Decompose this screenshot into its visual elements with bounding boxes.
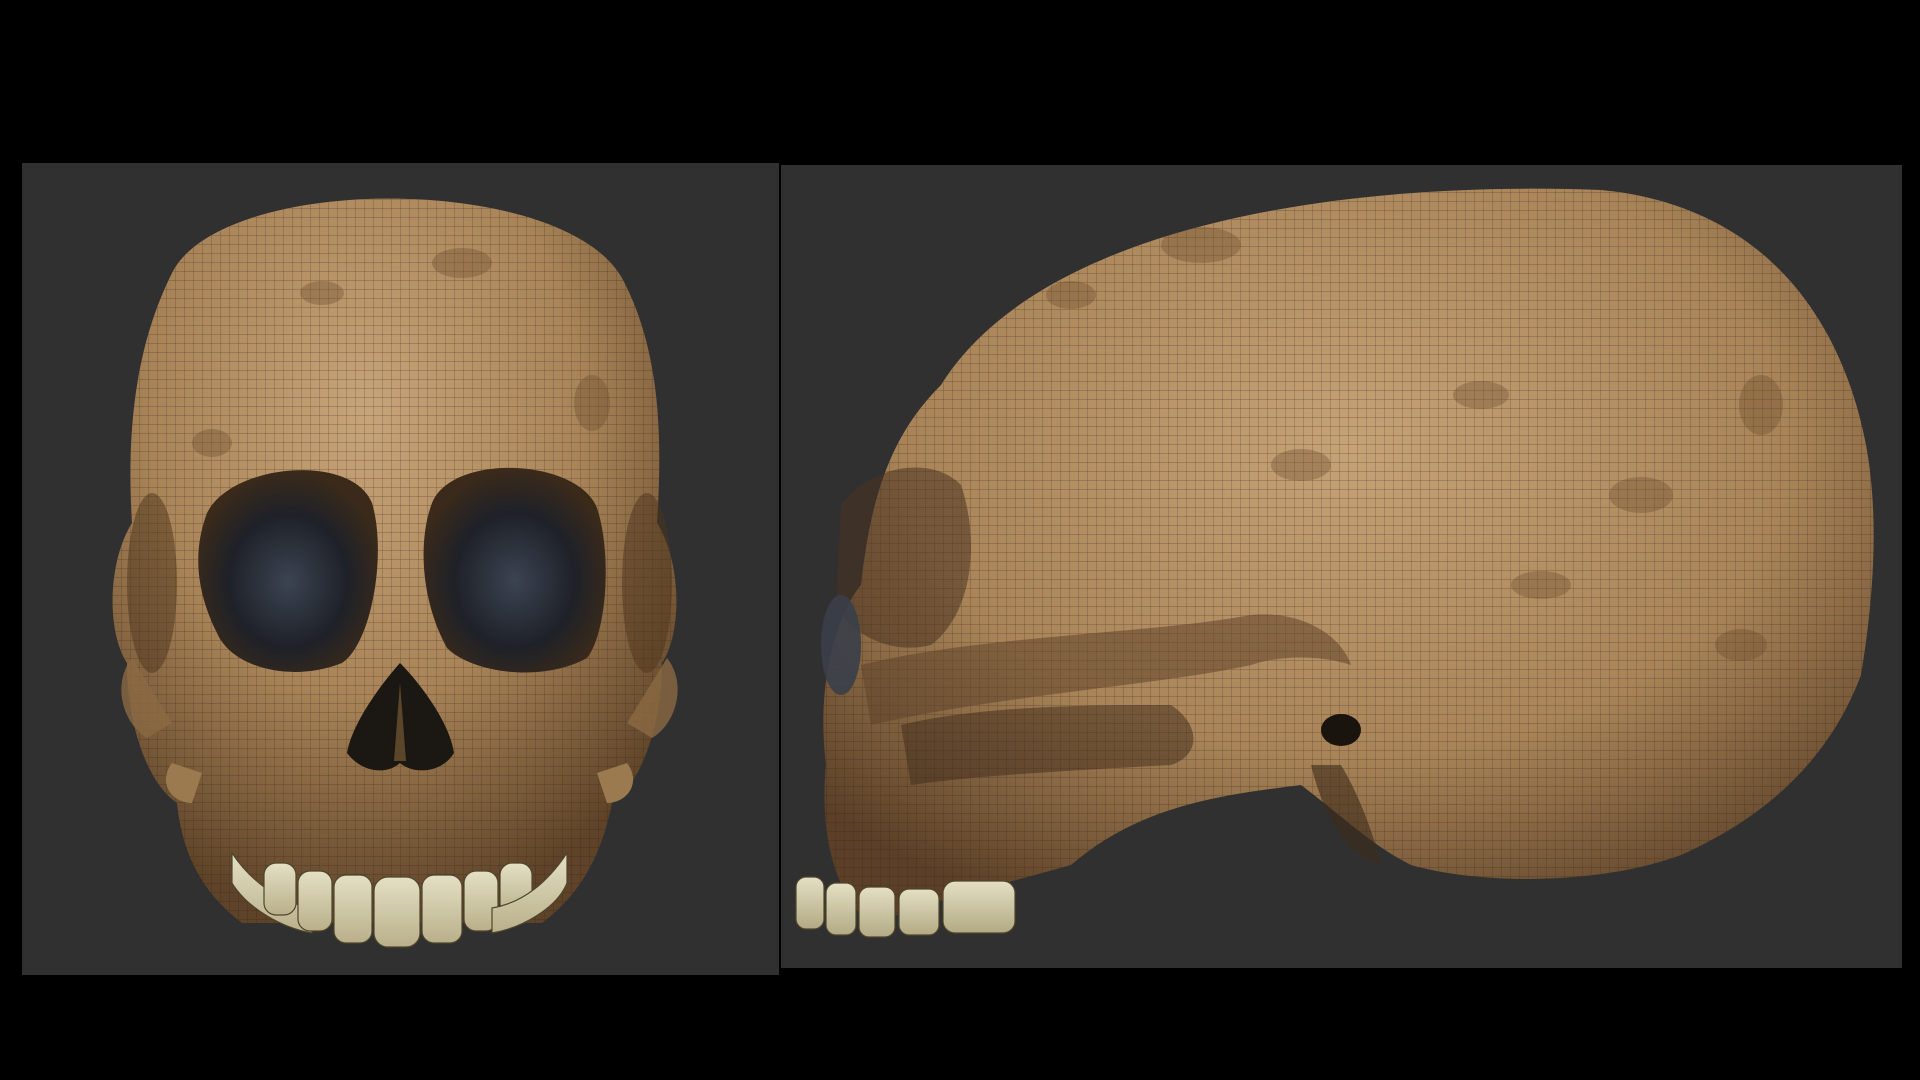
front-viewport — [22, 163, 779, 975]
skull-front-shape — [112, 198, 677, 924]
render-canvas — [0, 0, 1920, 1080]
skull-side-shape — [821, 188, 1874, 925]
ear-canal — [1321, 714, 1361, 746]
skull-front-render — [112, 198, 678, 948]
skull-side-render — [795, 188, 1874, 938]
side-viewport — [781, 165, 1902, 968]
